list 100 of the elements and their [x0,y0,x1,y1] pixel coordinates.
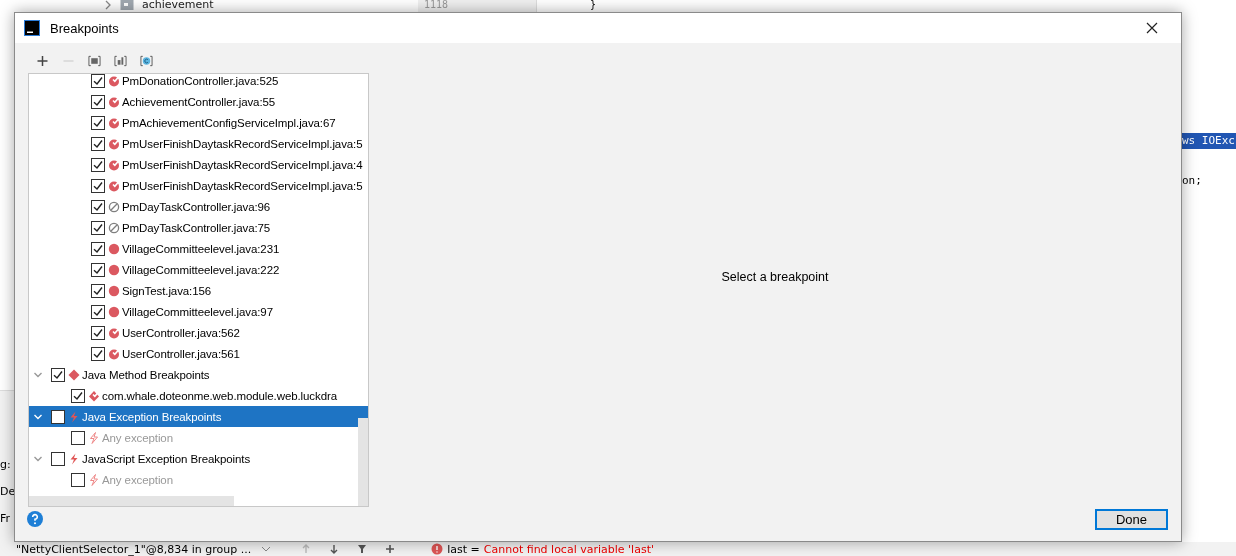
scrollbar-thumb[interactable] [358,418,368,506]
checkbox[interactable] [91,178,105,193]
tree-item-row[interactable]: PmUserFinishDaytaskRecordServiceImpl.java:5 [29,133,368,154]
breakpoint-check-icon [108,179,120,192]
tree-item-row[interactable]: PmDayTaskController.java:75 [29,217,368,238]
checkbox[interactable] [91,283,105,298]
tree-item-row[interactable]: AchievementController.java:55 [29,91,368,112]
breakpoint-label: VillageCommitteelevel.java:97 [122,305,273,318]
breakpoint-label: VillageCommitteelevel.java:231 [122,242,280,255]
empty-state-text: Select a breakpoint [721,270,829,284]
tree-item-row[interactable]: PmDonationController.java:525 [29,74,368,91]
breakpoint-check-icon [108,326,120,339]
caret-icon [261,546,272,552]
tree-item-row[interactable]: UserController.java:562 [29,322,368,343]
variable-name: last = [447,542,480,556]
app-logo-icon [24,20,40,36]
checkbox[interactable] [71,388,85,403]
down-arrow-icon[interactable] [329,544,340,554]
panel-label: g: [0,458,11,471]
tree-item-row[interactable]: UserController.java:561 [29,343,368,364]
checkbox[interactable] [91,241,105,256]
checkbox[interactable] [91,325,105,340]
breakpoint-label: Java Method Breakpoints [82,368,210,381]
breakpoint-label: PmUserFinishDaytaskRecordServiceImpl.java:5 [122,179,363,192]
tree-item-row[interactable]: VillageCommitteelevel.java:222 [29,259,368,280]
diamond-icon [68,368,80,381]
package-icon [113,55,127,67]
checkbox[interactable] [91,136,105,151]
folder-icon [87,55,101,67]
diamond-check-icon [88,389,100,402]
thread-selector[interactable]: "NettyClientSelector_1"@8,834 in group ... [16,542,252,556]
lightning-icon [68,452,80,465]
muted-breakpoint-icon [108,221,120,234]
breakpoint-check-icon [108,137,120,150]
breakpoint-label: PmDonationController.java:525 [122,74,279,87]
tree-group-row[interactable]: JavaScript Exception Breakpoints [29,448,368,469]
breakpoint-dot-icon [108,284,120,297]
breakpoint-check-icon [108,347,120,360]
breakpoint-check-icon [108,158,120,171]
class-icon [139,55,153,67]
tree-group-row[interactable]: Java Method Breakpoints [29,364,368,385]
tree-item-row[interactable]: VillageCommitteelevel.java:231 [29,238,368,259]
breakpoint-label: JavaScript Exception Breakpoints [82,452,251,465]
breakpoint-label: UserController.java:562 [122,326,240,339]
project-item[interactable]: achievement [142,0,214,11]
breakpoint-label: UserController.java:561 [122,347,240,360]
breakpoint-label: AchievementController.java:55 [122,95,276,108]
chevron-icon[interactable] [104,0,112,10]
panel-label: Fr [0,512,11,525]
checkbox[interactable] [91,304,105,319]
line-number: 1118 [424,0,449,11]
scrollbar-thumb[interactable] [29,496,234,506]
window-title: Breakpoints [50,20,119,36]
tree-item-row[interactable]: SignTest.java:156 [29,280,368,301]
checkbox[interactable] [91,346,105,361]
tree-item-row[interactable]: PmDayTaskController.java:96 [29,196,368,217]
checkbox[interactable] [91,115,105,130]
checkbox[interactable] [91,157,105,172]
breakpoint-label: PmUserFinishDaytaskRecordServiceImpl.java:5 [122,137,363,150]
breakpoint-label: SignTest.java:156 [122,284,212,297]
done-button[interactable]: Done [1095,508,1168,530]
error-message: Cannot find local variable 'last' [483,542,654,556]
checkbox[interactable] [91,220,105,235]
checkbox[interactable] [51,451,65,466]
breakpoint-label: PmDayTaskController.java:75 [122,221,271,234]
code-line: on; [1181,173,1203,189]
checkbox[interactable] [91,74,105,88]
breakpoint-dot-icon [108,263,120,276]
plus-icon [35,55,49,67]
breakpoint-label: Java Exception Breakpoints [82,410,222,423]
breakpoint-label: PmDayTaskController.java:96 [122,200,271,213]
checkbox[interactable] [51,367,65,382]
breakpoint-label: VillageCommitteelevel.java:222 [122,263,280,276]
breakpoint-check-icon [108,95,120,108]
tree-group-row[interactable]: Java Exception Breakpoints [29,406,368,427]
breakpoint-label: com.whale.doteonme.web.module.web.luckdra [102,389,337,402]
add-icon[interactable] [385,544,396,554]
checkbox[interactable] [91,199,105,214]
breakpoint-check-icon [108,116,120,129]
breakpoint-dot-icon [108,305,120,318]
tree-item-row[interactable]: PmUserFinishDaytaskRecordServiceImpl.java:4 [29,154,368,175]
tree-item-row[interactable]: PmAchievementConfigServiceImpl.java:67 [29,112,368,133]
tree-item-row[interactable]: PmUserFinishDaytaskRecordServiceImpl.java:5 [29,175,368,196]
help-button[interactable] [27,511,43,527]
breakpoint-label: PmUserFinishDaytaskRecordServiceImpl.java:4 [122,158,363,171]
lightning-icon [88,473,100,486]
filter-icon[interactable] [357,544,368,554]
tree-item-row[interactable]: VillageCommitteelevel.java:97 [29,301,368,322]
lightning-icon [88,431,100,444]
panel-label: De [0,485,16,498]
tree-item-row[interactable]: com.whale.doteonme.web.module.web.luckdra [29,385,368,406]
breakpoint-label: Any exception [102,473,173,486]
breakpoint-dot-icon [108,242,120,255]
code-line: } [589,0,598,11]
lightning-icon [68,410,80,423]
muted-breakpoint-icon [108,200,120,213]
error-icon [431,543,444,555]
checkbox[interactable] [91,262,105,277]
checkbox[interactable] [91,94,105,109]
checkbox[interactable] [51,409,65,424]
